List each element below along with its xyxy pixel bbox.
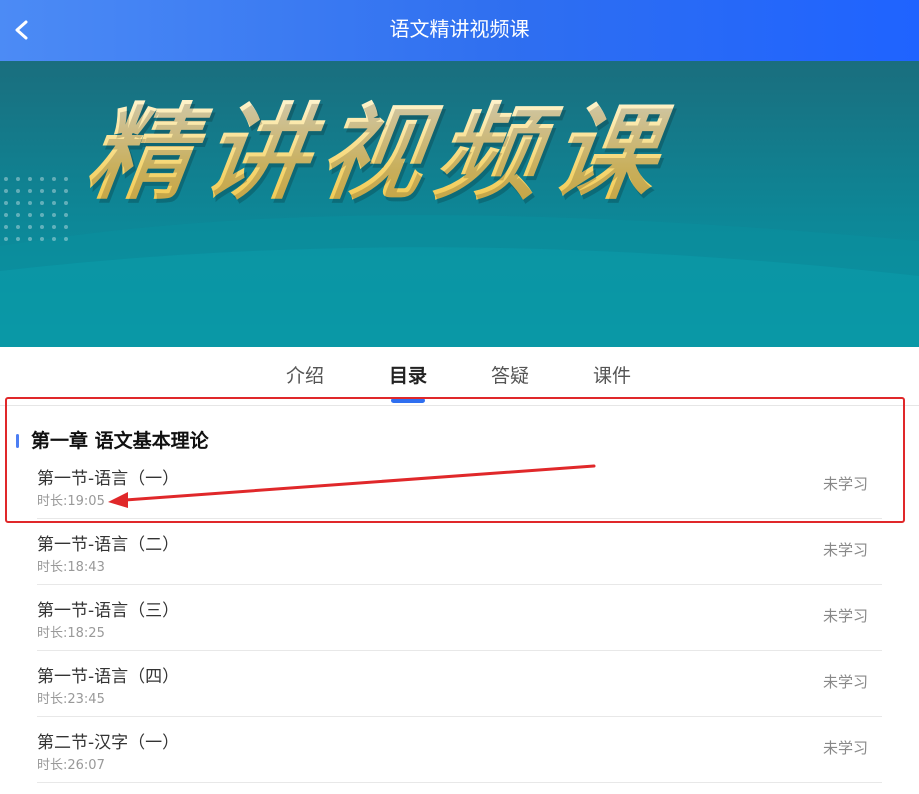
tab-qa[interactable]: 答疑: [491, 361, 529, 388]
lesson-duration: 时长:23:45: [37, 692, 105, 707]
tab-courseware[interactable]: 课件: [593, 361, 631, 388]
lesson-item[interactable]: 第一节-语言（二） 时长:18:43 未学习: [37, 518, 882, 585]
active-tab-indicator: [391, 398, 425, 403]
lesson-status: 未学习: [822, 607, 868, 625]
tab-intro[interactable]: 介绍: [286, 361, 324, 388]
lesson-duration: 时长:26:07: [37, 758, 105, 773]
lesson-title: 第一节-语言（二）: [37, 535, 180, 555]
page-title: 语文精讲视频课: [389, 17, 530, 41]
lesson-item[interactable]: 第一节-语言（三） 时长:18:25 未学习: [37, 584, 882, 651]
lesson-title: 第一节-语言（三）: [37, 601, 180, 621]
lesson-status: 未学习: [822, 475, 868, 493]
banner-title: 精讲视频课: [79, 92, 677, 214]
dot-pattern-decoration: [4, 177, 68, 241]
lesson-title: 第一节-语言（四）: [37, 667, 180, 687]
lesson-item[interactable]: 第一节-语言（一） 时长:19:05 未学习: [37, 452, 882, 519]
lesson-title: 第二节-汉字（一）: [37, 733, 180, 753]
lesson-duration: 时长:18:25: [37, 626, 105, 641]
course-banner: 精讲视频课: [0, 61, 919, 347]
chapter-accent-bar: [16, 434, 19, 448]
lesson-item[interactable]: 第二节-汉字（一） 时长:26:07 未学习: [37, 716, 882, 783]
top-bar: 语文精讲视频课: [0, 0, 919, 61]
tab-bar: 介绍 目录 答疑 课件: [0, 347, 919, 406]
lesson-title: 第一节-语言（一）: [37, 469, 180, 489]
lesson-status: 未学习: [822, 673, 868, 691]
lesson-duration: 时长:19:05: [37, 494, 105, 509]
chapter-title: 第一章 语文基本理论: [31, 430, 209, 452]
tab-catalog[interactable]: 目录: [389, 361, 427, 388]
lesson-status: 未学习: [822, 739, 868, 757]
lesson-item[interactable]: 第一节-语言（四） 时长:23:45 未学习: [37, 650, 882, 717]
lesson-duration: 时长:18:43: [37, 560, 105, 575]
lesson-status: 未学习: [822, 541, 868, 559]
